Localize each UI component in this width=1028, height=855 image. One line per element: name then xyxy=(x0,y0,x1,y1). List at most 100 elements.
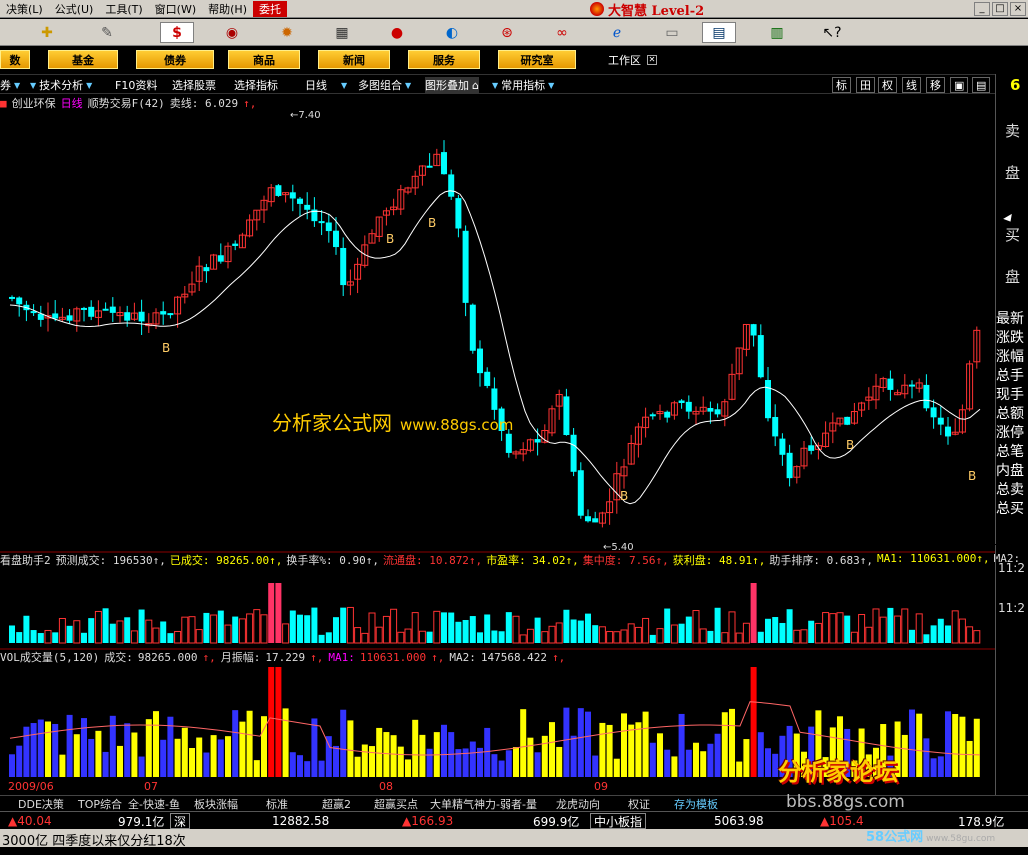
menu-trade[interactable]: 委托 xyxy=(253,0,287,17)
helper-bar xyxy=(779,622,786,643)
funcbar-partial[interactable]: 券 ▼ xyxy=(0,77,20,93)
volume-bar xyxy=(354,756,361,777)
rb-line[interactable]: 线 xyxy=(902,77,921,93)
ie-icon[interactable]: ℯ xyxy=(600,22,634,43)
helper-bar xyxy=(865,626,873,644)
rb-grid[interactable]: 田 xyxy=(856,77,875,93)
workspace-close-icon[interactable]: ✕ xyxy=(647,55,657,65)
time-label-1: 11:2 xyxy=(998,561,1025,575)
sell-panel-char1[interactable]: 卖 xyxy=(996,120,1028,141)
helper-bar xyxy=(945,625,951,643)
func-tech-analysis[interactable]: ▼ 技术分析 ▼ xyxy=(30,77,92,93)
volume-bar xyxy=(743,739,750,777)
dollar-icon[interactable]: $ xyxy=(160,22,194,43)
helper-bar xyxy=(548,625,556,644)
minimize-icon[interactable]: _ xyxy=(974,2,990,16)
tab-warrant[interactable]: 权证 xyxy=(628,797,650,811)
tab-top[interactable]: TOP综合 xyxy=(78,797,122,811)
category-bond[interactable]: 债券 xyxy=(136,50,214,69)
helper-bar xyxy=(735,632,743,644)
candle-body xyxy=(448,174,455,197)
sell-panel-char2[interactable]: 盘 xyxy=(996,162,1028,183)
buy-panel-char1[interactable]: 买 xyxy=(996,224,1028,245)
tab-big-order[interactable]: 大单精气神力-弱者-量 xyxy=(430,797,537,811)
close-icon[interactable]: × xyxy=(1010,2,1026,16)
car-icon[interactable]: ◉ xyxy=(215,22,249,43)
helper-bar xyxy=(822,612,830,644)
tab-dde[interactable]: DDE决策 xyxy=(18,797,64,811)
plane-icon[interactable]: ⊛ xyxy=(490,22,524,43)
func-daily[interactable]: 日线 ▼ xyxy=(305,77,347,93)
chart-area[interactable]: B B B B B B ←7.40 ←5.40 ■ 创业环保 日线 顺势交易F(42) 卖线:… xyxy=(0,95,1020,795)
volume-bar xyxy=(304,761,311,777)
volume-bar xyxy=(145,719,152,777)
candle-body xyxy=(664,411,671,418)
category-fund[interactable]: 基金 xyxy=(48,50,118,69)
rb-mark[interactable]: 标 xyxy=(832,77,851,93)
bulb-icon[interactable]: ✹ xyxy=(270,22,304,43)
helper-bar xyxy=(37,633,44,643)
helper-bar xyxy=(750,583,757,643)
red-globe-icon[interactable]: ● xyxy=(380,22,414,43)
menu-window[interactable]: 窗口(W) xyxy=(149,1,202,17)
window-icon[interactable]: ▭ xyxy=(655,22,689,43)
tab-fast-fish[interactable]: 全-快速-鱼 xyxy=(128,797,180,811)
helper-bar xyxy=(174,631,182,644)
sme-board[interactable]: 中小板指 xyxy=(590,813,647,829)
helper-bar xyxy=(966,626,974,644)
books-icon[interactable]: ▥ xyxy=(760,22,794,43)
chart-canvas[interactable]: BBBBBB←7.40←5.40 xyxy=(0,95,995,795)
tab-standard[interactable]: 标准 xyxy=(266,797,288,811)
arrow-icon[interactable]: ◐ xyxy=(435,22,469,43)
tab-sector-rise[interactable]: 板块涨幅 xyxy=(194,797,238,811)
help-cursor-icon[interactable]: ↖? xyxy=(815,22,849,43)
tab-chaoying-buy[interactable]: 超赢买点 xyxy=(374,797,418,811)
helper-bar xyxy=(145,619,153,644)
menu-tools[interactable]: 工具(T) xyxy=(99,1,148,17)
chain-icon[interactable]: ∞ xyxy=(545,22,579,43)
menu-decision[interactable]: 决策(L) xyxy=(0,1,49,17)
tab-save-template[interactable]: 存为模板 xyxy=(674,797,718,811)
category-service[interactable]: 服务 xyxy=(408,50,480,69)
category-partial[interactable]: 数 xyxy=(0,50,30,69)
rb-menu-icon[interactable]: ▤ xyxy=(972,77,991,93)
helper-bar xyxy=(455,621,462,643)
candle-body xyxy=(937,417,944,425)
category-commodity[interactable]: 商品 xyxy=(228,50,300,69)
workspace[interactable]: 工作区 ✕ xyxy=(608,52,657,68)
grid-icon[interactable]: ▦ xyxy=(325,22,359,43)
candle-body xyxy=(923,384,930,409)
func-overlay[interactable]: 图形叠加 ⌂ xyxy=(425,77,479,93)
func-f10[interactable]: F10资料 xyxy=(115,77,157,93)
rb-zoom-icon[interactable]: ▣ xyxy=(950,77,969,93)
helper-bar xyxy=(699,628,707,644)
buy-panel-char2[interactable]: 盘 xyxy=(996,266,1028,287)
func-common-indicators[interactable]: ▼ 常用指标 ▼ xyxy=(492,77,554,93)
helper-bar xyxy=(124,617,131,643)
market-sz[interactable]: 深 xyxy=(170,813,191,829)
func-select-indicator[interactable]: 选择指标 xyxy=(234,77,278,93)
field-change-pct: 涨幅 xyxy=(996,349,1024,365)
category-news[interactable]: 新闻 xyxy=(318,50,390,69)
rb-move[interactable]: 移 xyxy=(926,77,945,93)
helper-bar xyxy=(418,630,426,644)
pen-icon[interactable]: ✎ xyxy=(90,22,124,43)
category-research[interactable]: 研究室 xyxy=(498,50,576,69)
helper-bar xyxy=(901,608,909,644)
volume-bar xyxy=(736,761,743,777)
helper-bar xyxy=(793,629,801,644)
menu-help[interactable]: 帮助(H) xyxy=(202,1,253,17)
menu-formula[interactable]: 公式(U) xyxy=(49,1,100,17)
tab-dragon-tiger[interactable]: 龙虎动向 xyxy=(556,797,600,811)
layout-icon[interactable]: ▤ xyxy=(702,22,736,43)
tab-chaoying2[interactable]: 超赢2 xyxy=(322,797,351,811)
func-multi-chart[interactable]: 多图组合 ▼ xyxy=(358,77,411,93)
site-name: 58公式网 xyxy=(866,830,924,845)
volume-bar xyxy=(707,743,714,777)
category-bar: 数 基金 债券 商品 新闻 服务 研究室 工作区 ✕ xyxy=(0,47,1028,72)
candle-body xyxy=(945,426,951,437)
rb-rights[interactable]: 权 xyxy=(878,77,897,93)
func-select-stock[interactable]: 选择股票 xyxy=(172,77,216,93)
maximize-icon[interactable]: □ xyxy=(992,2,1008,16)
diamond-icon[interactable]: ✚ xyxy=(30,22,64,43)
